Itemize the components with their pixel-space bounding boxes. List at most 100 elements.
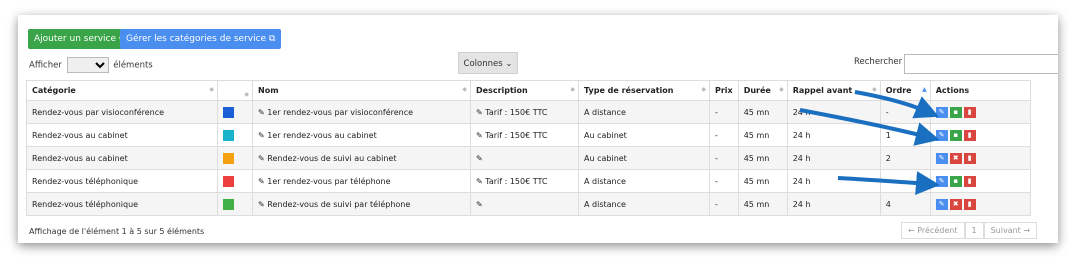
pencil-icon: ✎ <box>476 176 483 186</box>
cell-type: A distance <box>578 169 710 193</box>
manage-categories-button[interactable]: Gérer les catégories de service ⧉ <box>120 29 282 49</box>
cell-duration: 45 mn <box>737 192 788 216</box>
header-price[interactable]: Prix <box>709 80 739 101</box>
header-order[interactable]: Ordre ▲ <box>879 80 931 101</box>
search-area: Rechercher : <box>854 54 1058 74</box>
cell-category: Rendez-vous au cabinet <box>26 146 218 170</box>
header-category[interactable]: Catégorie ◆ <box>26 80 218 101</box>
trash-icon[interactable]: ▮ <box>963 175 976 187</box>
cell-price: - <box>709 169 739 193</box>
color-swatch <box>223 129 234 141</box>
pencil-icon: ✎ <box>258 199 265 209</box>
color-swatch <box>223 198 234 210</box>
cell-category: Rendez-vous au cabinet <box>26 123 218 147</box>
pencil-icon: ✎ <box>258 176 265 186</box>
cell-duration: 45 mn <box>737 169 788 193</box>
color-swatch <box>223 175 234 187</box>
trash-icon[interactable]: ▮ <box>963 129 976 141</box>
next-page-button[interactable]: Suivant → <box>983 222 1038 239</box>
edit-icon[interactable]: ✎ <box>935 152 948 164</box>
cell-reminder: 24 h <box>786 123 881 147</box>
page-number[interactable]: 1 <box>964 222 984 239</box>
cell-price: - <box>709 123 739 147</box>
trash-icon[interactable]: ▮ <box>963 152 976 164</box>
cell-order: - <box>879 169 931 193</box>
color-swatch <box>223 152 234 164</box>
header-reminder[interactable]: Rappel avant ◆ <box>786 80 881 101</box>
cell-description: Tarif : 150€ TTC <box>485 130 548 140</box>
cell-type: A distance <box>578 192 710 216</box>
header-booking-type[interactable]: Type de réservation ◆ <box>578 80 710 101</box>
pencil-icon: ✎ <box>476 199 483 209</box>
pencil-icon: ✎ <box>476 153 483 163</box>
pencil-icon: ✎ <box>476 107 483 117</box>
cell-order: - <box>879 100 931 124</box>
cell-duration: 45 mn <box>737 146 788 170</box>
cell-type: A distance <box>578 100 710 124</box>
header-name[interactable]: Nom ◆ <box>252 80 471 101</box>
page-length-select[interactable] <box>66 57 109 73</box>
pencil-icon: ✎ <box>258 153 265 163</box>
add-service-button[interactable]: Ajouter un service ✚ <box>28 29 133 49</box>
cell-reminder: 24 h <box>786 146 881 170</box>
toggle-icon[interactable]: ▪ <box>949 106 962 118</box>
cell-name: 1er rendez-vous par téléphone <box>267 176 391 186</box>
columns-button[interactable]: Colonnes ⌄ <box>458 52 518 74</box>
close-icon[interactable]: ✖ <box>949 198 962 210</box>
table-info: Affichage de l'élément 1 à 5 sur 5 éléme… <box>29 227 205 236</box>
header-color[interactable]: ◆ <box>217 80 253 101</box>
cell-order: 4 <box>879 192 931 216</box>
header-duration[interactable]: Durée ◆ <box>737 80 788 101</box>
cell-type: Au cabinet <box>578 123 710 147</box>
pagination: ← Précédent 1 Suivant → <box>901 222 1038 239</box>
cell-price: - <box>709 192 739 216</box>
cell-name: Rendez-vous de suivi au cabinet <box>267 153 397 163</box>
cell-duration: 45 mn <box>737 100 788 124</box>
edit-icon[interactable]: ✎ <box>935 129 948 141</box>
close-icon[interactable]: ✖ <box>949 152 962 164</box>
color-swatch <box>223 106 234 118</box>
trash-icon[interactable]: ▮ <box>963 106 976 118</box>
page-length-suffix: éléments <box>113 60 153 71</box>
header-description[interactable]: Description ◆ <box>470 80 579 101</box>
cell-name: 1er rendez-vous par visioconférence <box>267 107 414 117</box>
table-row: Rendez-vous par visioconférence ✎ 1er re… <box>26 100 1031 124</box>
table-row: Rendez-vous téléphonique ✎ Rendez-vous d… <box>26 192 1031 216</box>
cell-category: Rendez-vous téléphonique <box>26 169 218 193</box>
table-row: Rendez-vous au cabinet ✎ Rendez-vous de … <box>26 146 1031 170</box>
cell-order: 2 <box>879 146 931 170</box>
pencil-icon: ✎ <box>258 107 265 117</box>
cell-reminder: 24 h <box>786 169 881 193</box>
search-label: Rechercher : <box>854 57 908 67</box>
cell-reminder: 24 h <box>786 100 881 124</box>
pencil-icon: ✎ <box>476 130 483 140</box>
page-length: Afficher éléments <box>29 57 153 73</box>
edit-icon[interactable]: ✎ <box>935 175 948 187</box>
cell-reminder: 24 h <box>786 192 881 216</box>
header-actions: Actions <box>929 80 1031 101</box>
services-table: Catégorie ◆ ◆ Nom ◆ Description ◆ Type de r… <box>26 80 1031 216</box>
cell-order: 1 <box>879 123 931 147</box>
cell-name: 1er rendez-vous au cabinet <box>267 130 377 140</box>
cell-description: Tarif : 150€ TTC <box>485 107 548 117</box>
cell-category: Rendez-vous par visioconférence <box>26 100 218 124</box>
pencil-icon: ✎ <box>258 130 265 140</box>
cell-category: Rendez-vous téléphonique <box>26 192 218 216</box>
table-row: Rendez-vous téléphonique ✎ 1er rendez-vo… <box>26 169 1031 193</box>
edit-icon[interactable]: ✎ <box>935 106 948 118</box>
services-panel: Ajouter un service ✚ Gérer les catégorie… <box>18 15 1058 243</box>
edit-icon[interactable]: ✎ <box>935 198 948 210</box>
cell-duration: 45 mn <box>737 123 788 147</box>
toggle-icon[interactable]: ▪ <box>949 129 962 141</box>
cell-name: Rendez-vous de suivi par téléphone <box>267 199 411 209</box>
toggle-icon[interactable]: ▪ <box>949 175 962 187</box>
cell-type: Au cabinet <box>578 146 710 170</box>
cell-price: - <box>709 146 739 170</box>
trash-icon[interactable]: ▮ <box>963 198 976 210</box>
prev-page-button[interactable]: ← Précédent <box>901 222 965 239</box>
search-input[interactable] <box>904 54 1058 74</box>
cell-price: - <box>709 100 739 124</box>
table-row: Rendez-vous au cabinet ✎ 1er rendez-vous… <box>26 123 1031 147</box>
cell-description: Tarif : 150€ TTC <box>485 176 548 186</box>
page-length-prefix: Afficher <box>29 60 62 71</box>
